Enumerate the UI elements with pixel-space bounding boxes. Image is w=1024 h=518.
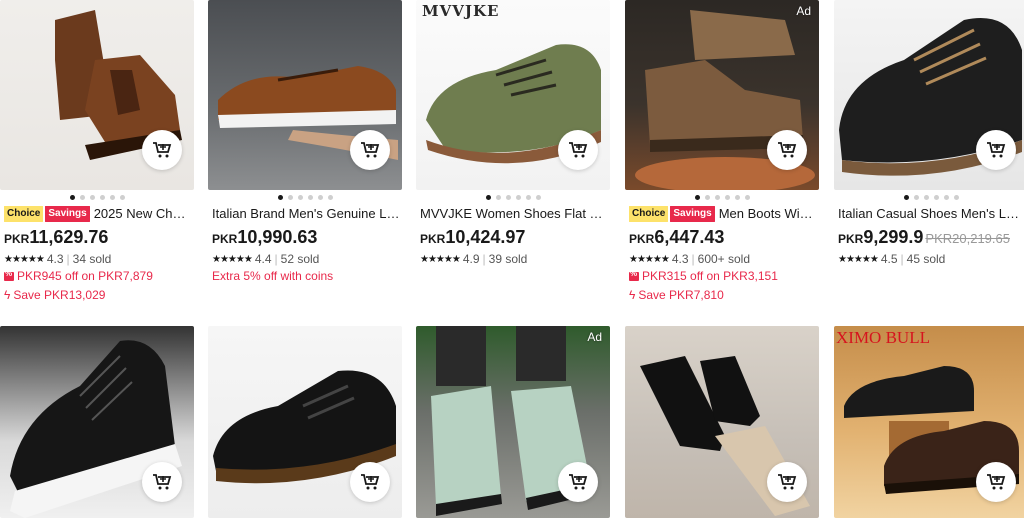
product-image[interactable]: Ad bbox=[625, 0, 819, 190]
star-icon: ★★★★★ bbox=[838, 253, 879, 265]
add-to-cart-icon bbox=[987, 142, 1006, 158]
add-to-cart-button[interactable] bbox=[976, 462, 1016, 502]
star-icon: ★★★★★ bbox=[629, 253, 670, 265]
product-card[interactable]: MVVJKE MVVJKE Women Shoes Flat 100% Genu… bbox=[416, 0, 610, 266]
product-price: PKR9,299.9 PKR20,219.65 bbox=[838, 227, 1010, 247]
add-to-cart-button[interactable] bbox=[142, 462, 182, 502]
choice-badge: Choice bbox=[629, 206, 669, 222]
product-title[interactable]: Italian Brand Men's Genuine Leather Shoe… bbox=[212, 206, 400, 222]
coupon-icon bbox=[4, 269, 14, 281]
product-rating: ★★★★★ 4.9 | 39 sold bbox=[420, 252, 528, 266]
original-price: PKR20,219.65 bbox=[925, 231, 1010, 246]
product-image[interactable]: MVVJKE bbox=[416, 0, 610, 190]
product-image[interactable] bbox=[208, 0, 402, 190]
product-image[interactable] bbox=[208, 326, 402, 518]
product-price: PKR6,447.43 bbox=[629, 227, 725, 247]
product-price: PKR10,424.97 bbox=[420, 227, 526, 247]
image-carousel-dots[interactable] bbox=[208, 195, 402, 201]
image-carousel-dots[interactable] bbox=[0, 195, 194, 201]
product-card[interactable] bbox=[0, 326, 194, 518]
add-to-cart-button[interactable] bbox=[558, 130, 598, 170]
product-rating: ★★★★★ 4.3 | 600+ sold bbox=[629, 252, 751, 266]
product-title-text: Men Boots Winter Leather bbox=[718, 206, 817, 221]
add-to-cart-icon bbox=[361, 142, 380, 158]
product-title[interactable]: Choice Savings Men Boots Winter Leather bbox=[629, 206, 817, 222]
product-image[interactable]: Ad bbox=[416, 326, 610, 518]
add-to-cart-icon bbox=[361, 474, 380, 490]
savings-badge: Savings bbox=[45, 206, 90, 222]
coupon-promo: PKR315 off on PKR3,151 bbox=[629, 269, 778, 283]
add-to-cart-icon bbox=[987, 474, 1006, 490]
image-carousel-dots[interactable] bbox=[625, 195, 819, 201]
add-to-cart-button[interactable] bbox=[767, 130, 807, 170]
add-to-cart-icon bbox=[569, 474, 588, 490]
product-card[interactable]: Ad bbox=[416, 326, 610, 518]
coupon-promo: PKR945 off on PKR7,879 bbox=[4, 269, 153, 283]
image-carousel-dots[interactable] bbox=[416, 195, 610, 201]
add-to-cart-button[interactable] bbox=[350, 130, 390, 170]
product-card[interactable]: XIMO BULL bbox=[834, 326, 1024, 518]
product-card[interactable] bbox=[208, 326, 402, 518]
coins-promo: Extra 5% off with coins bbox=[212, 269, 334, 283]
star-icon: ★★★★★ bbox=[420, 253, 461, 265]
product-image[interactable]: XIMO BULL bbox=[834, 326, 1024, 518]
product-rating: ★★★★★ 4.3 | 34 sold bbox=[4, 252, 112, 266]
star-icon: ★★★★★ bbox=[212, 253, 253, 265]
product-image[interactable] bbox=[625, 326, 819, 518]
add-to-cart-icon bbox=[778, 142, 797, 158]
product-title-text: Italian Casual Shoes Men's Leather bbox=[838, 206, 1024, 221]
add-to-cart-icon bbox=[778, 474, 797, 490]
lightning-icon: ϟ bbox=[4, 288, 11, 302]
product-title[interactable]: MVVJKE Women Shoes Flat 100% Genuine Lea… bbox=[420, 206, 608, 222]
image-carousel-dots[interactable] bbox=[834, 195, 1024, 201]
add-to-cart-icon bbox=[569, 142, 588, 158]
product-title[interactable]: Italian Casual Shoes Men's Leather bbox=[838, 206, 1024, 222]
product-image[interactable] bbox=[0, 326, 194, 518]
add-to-cart-button[interactable] bbox=[558, 462, 598, 502]
product-price: PKR10,990.63 bbox=[212, 227, 318, 247]
choice-badge: Choice bbox=[4, 206, 44, 222]
product-price: PKR11,629.76 bbox=[4, 227, 109, 247]
savings-promo: ϟ Save PKR13,029 bbox=[4, 288, 106, 302]
add-to-cart-button[interactable] bbox=[767, 462, 807, 502]
product-title-text: MVVJKE Women Shoes Flat 100% Genuine Lea… bbox=[420, 206, 608, 221]
coupon-icon bbox=[629, 269, 639, 281]
savings-badge: Savings bbox=[670, 206, 715, 222]
add-to-cart-icon bbox=[153, 142, 172, 158]
product-card[interactable] bbox=[625, 326, 819, 518]
product-title-text: Italian Brand Men's Genuine Leather Shoe… bbox=[212, 206, 400, 221]
product-image[interactable] bbox=[0, 0, 194, 190]
lightning-icon: ϟ bbox=[629, 288, 636, 302]
product-title[interactable]: Choice Savings 2025 New Chelsea Boots Me… bbox=[4, 206, 192, 222]
product-rating: ★★★★★ 4.4 | 52 sold bbox=[212, 252, 320, 266]
star-icon: ★★★★★ bbox=[4, 253, 45, 265]
savings-promo: ϟ Save PKR7,810 bbox=[629, 288, 724, 302]
product-card[interactable]: Choice Savings 2025 New Chelsea Boots Me… bbox=[0, 0, 194, 302]
product-card[interactable]: Ad Choice Savings Men Boots Winter Leath… bbox=[625, 0, 819, 302]
add-to-cart-button[interactable] bbox=[142, 130, 182, 170]
add-to-cart-icon bbox=[153, 474, 172, 490]
add-to-cart-button[interactable] bbox=[976, 130, 1016, 170]
product-card[interactable]: Italian Casual Shoes Men's Leather PKR9,… bbox=[834, 0, 1024, 266]
product-rating: ★★★★★ 4.5 | 45 sold bbox=[838, 252, 946, 266]
product-image[interactable] bbox=[834, 0, 1024, 190]
product-title-text: 2025 New Chelsea Boots Men bbox=[93, 206, 192, 221]
add-to-cart-button[interactable] bbox=[350, 462, 390, 502]
product-card[interactable]: Italian Brand Men's Genuine Leather Shoe… bbox=[208, 0, 402, 283]
